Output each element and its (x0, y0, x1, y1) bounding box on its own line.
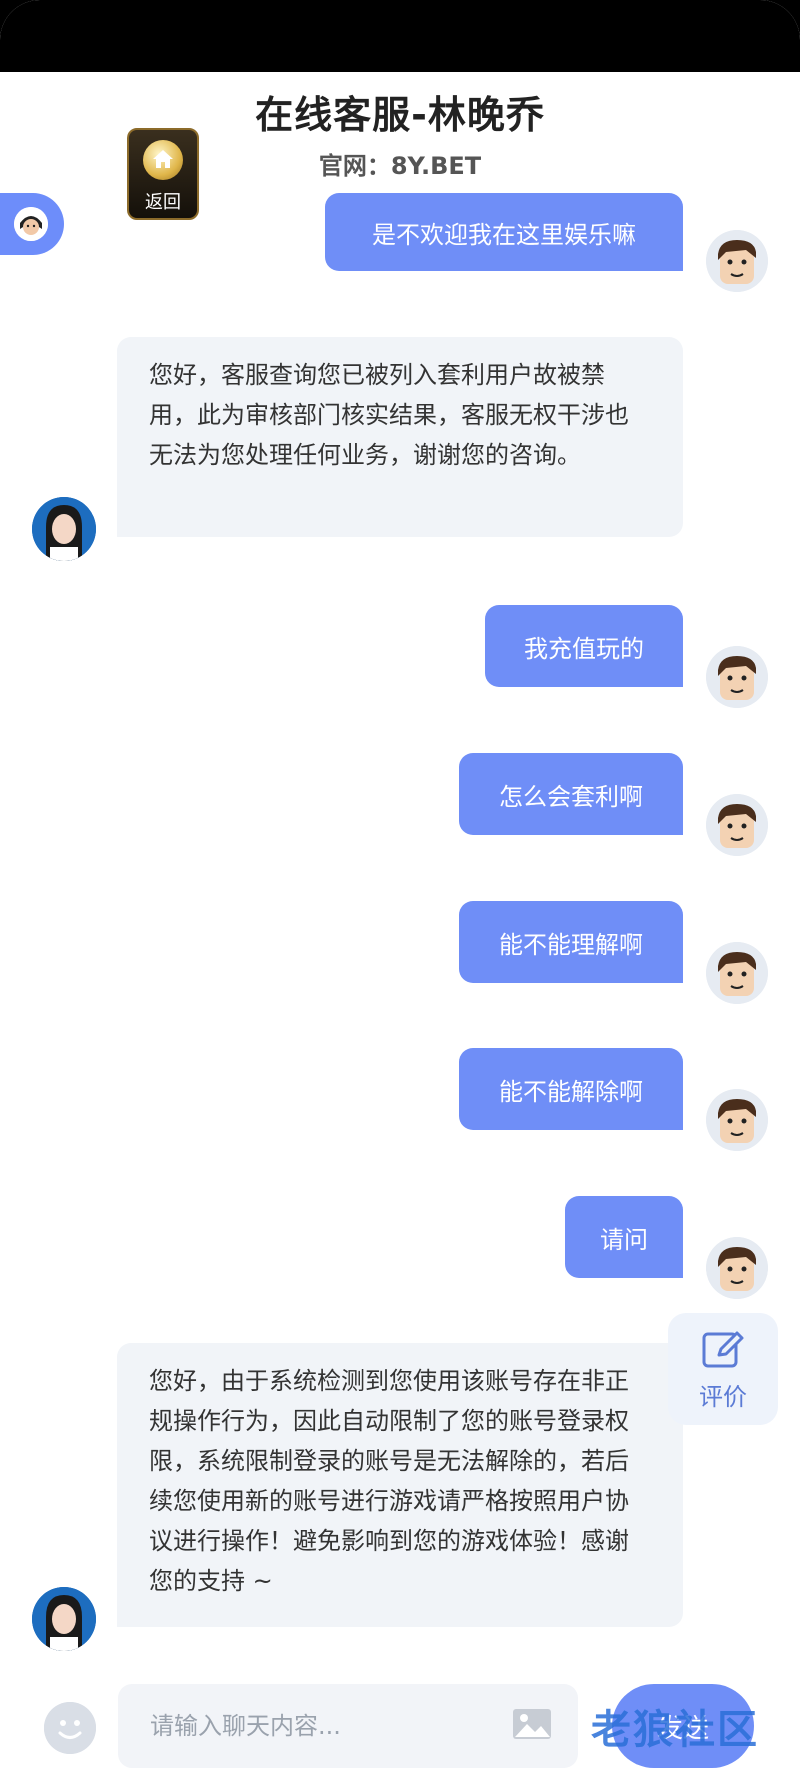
user-avatar (706, 230, 768, 292)
user-avatar (706, 942, 768, 1004)
agent-face-icon (14, 207, 48, 241)
chat-header: 在线客服-林晚乔 官网：8Y.BET (0, 72, 800, 190)
agent-avatar (32, 1587, 96, 1651)
watermark-logo: 老狼社区 (591, 1707, 759, 1753)
chat-input[interactable] (118, 1684, 578, 1768)
chat-screen: 在线客服-林晚乔 官网：8Y.BET 返回 是不欢迎我在这里娱乐嘛 您好，客服查… (0, 0, 800, 1792)
official-site-label: 官网：8Y.BET (318, 152, 482, 180)
image-upload-button[interactable] (512, 1708, 552, 1744)
user-avatar (706, 646, 768, 708)
user-avatar (706, 1089, 768, 1151)
home-icon (143, 140, 183, 180)
back-button[interactable]: 返回 (127, 128, 199, 220)
agent-message: 您好，客服查询您已被列入套利用户故被禁用，此为审核部门核实结果，客服无权干涉也无… (117, 337, 683, 537)
rate-label: 评价 (699, 1383, 747, 1411)
agent-side-tab[interactable] (0, 193, 64, 255)
user-message: 能不能理解啊 (459, 901, 683, 983)
rate-button[interactable]: 评价 (668, 1313, 778, 1425)
user-message: 请问 (565, 1196, 683, 1278)
agent-message: 您好，由于系统检测到您使用该账号存在非正规操作行为，因此自动限制了您的账号登录权… (117, 1343, 683, 1627)
edit-icon (702, 1331, 744, 1368)
user-message: 我充值玩的 (485, 605, 683, 687)
smiley-icon (44, 1702, 96, 1754)
agent-avatar (32, 497, 96, 561)
user-avatar (706, 794, 768, 856)
user-avatar (706, 1237, 768, 1299)
emoji-button[interactable] (44, 1702, 96, 1754)
back-label: 返回 (145, 192, 181, 213)
user-message: 怎么会套利啊 (459, 753, 683, 835)
user-message: 能不能解除啊 (459, 1048, 683, 1130)
page-title: 在线客服-林晚乔 (255, 93, 545, 137)
status-bar (0, 0, 800, 72)
user-message: 是不欢迎我在这里娱乐嘛 (325, 193, 683, 271)
image-icon (513, 1709, 551, 1739)
